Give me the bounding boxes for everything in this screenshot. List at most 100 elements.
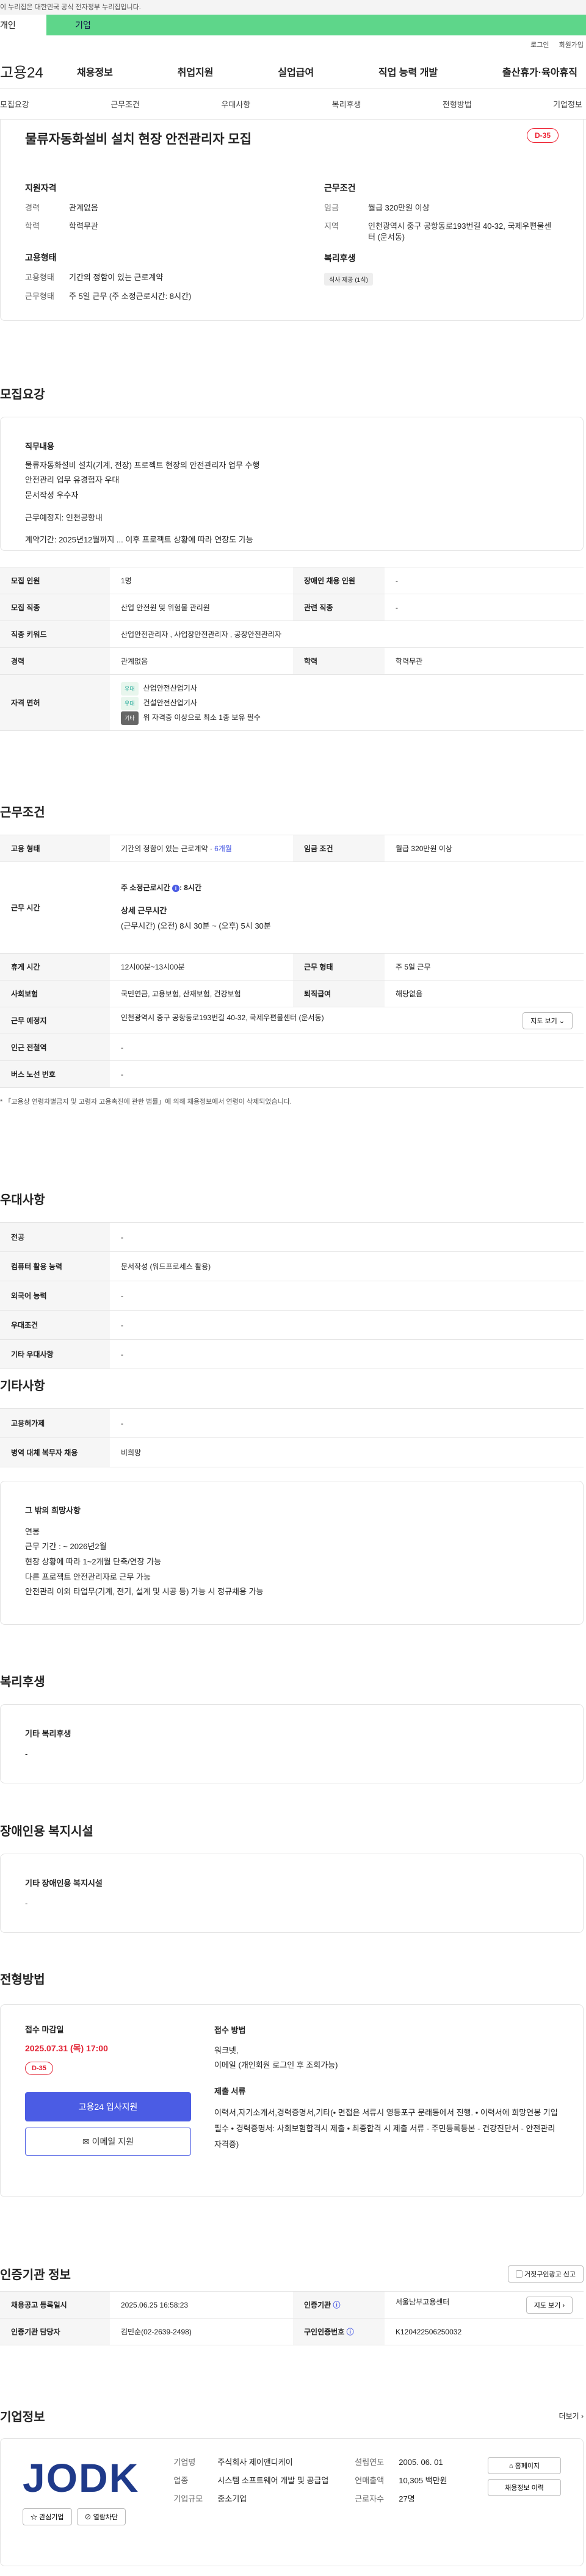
subnav-company[interactable]: 기업정보 [553, 98, 582, 110]
subnav-work[interactable]: 근무조건 [110, 98, 140, 110]
welfare-value: - [25, 1749, 28, 1758]
emp-heading: 고용형태 [25, 253, 57, 263]
cell-value: 주 소정근로시간 i: 8시간 상세 근무시간 (근무시간) (오전) 8시 3… [110, 862, 584, 954]
subnav-welfare[interactable]: 복리후생 [332, 98, 361, 110]
method-line: 이메일 (개인회원 로그인 후 조회가능) [214, 2060, 338, 2070]
map-button[interactable]: 지도 보기 ⌄ [523, 1012, 573, 1029]
company-logo: JODK [23, 2455, 140, 2500]
qual-heading: 지원자격 [25, 183, 57, 193]
cell-label: 채용공고 등록일시 [0, 2291, 110, 2319]
subnav-selection[interactable]: 전형방법 [443, 98, 472, 110]
table-row: 직종 키워드 산업안전관리자 , 사업장안전관리자 , 공장안전관리자 [0, 621, 584, 648]
login-link[interactable]: 로그인 [530, 40, 549, 49]
section-nav: 모집요강 근무조건 우대사항 복리후생 전형방법 기업정보 [0, 89, 586, 120]
info-icon[interactable]: ⓘ [333, 2301, 341, 2309]
cell-label: 퇴직급여 [293, 980, 385, 1007]
cell-label: 인근 전철역 [0, 1034, 110, 1061]
value: 주 5일 근무 (주 소정근로시간: 8시간) [69, 291, 192, 301]
cell-label: 사회보험 [0, 980, 110, 1007]
license: 산업안전산업기사 [143, 683, 197, 693]
section-title: 우대사항 [0, 1193, 45, 1207]
value: 10,305 백만원 [399, 2476, 447, 2486]
cell-label: 장애인 채용 인원 [293, 567, 385, 594]
hope-line: 연봉 [25, 1527, 40, 1536]
cell-value: 기간의 정함이 있는 근로계약 · 6개월 [110, 835, 293, 862]
cell-value: 학력무관 [385, 647, 584, 675]
etc-table: 고용허가제 - 병역 대체 복무자 채용 비희망 [0, 1408, 584, 1467]
section-title: 근무조건 [0, 806, 45, 819]
apply-button[interactable]: 고용24 입사지원 [25, 2092, 191, 2121]
subnav-recruit[interactable]: 모집요강 [0, 98, 29, 110]
license: 건설안전산업기사 [143, 698, 197, 707]
cell-label: 근무 시간 [0, 862, 110, 954]
block-button[interactable]: ⊘ 열람차단 [76, 2508, 126, 2525]
value: 시스템 소프트웨어 개발 및 공급업 [217, 2476, 329, 2486]
report-button[interactable]: ▢ 거짓구인광고 신고 [507, 2265, 584, 2283]
gnb-training[interactable]: 직업 능력 개발 [378, 64, 438, 79]
table-row: 인증기관 담당자 김민순(02-2639-2498) 구인인증번호 ⓘ K120… [0, 2318, 584, 2345]
cell-label: 근무 형태 [293, 953, 385, 980]
fav-label: 관심기업 [39, 2514, 64, 2521]
cell-value: 12시00분~13시00분 [110, 953, 293, 980]
cell-label: 경력 [0, 647, 110, 675]
more-link[interactable]: 더보기 › [559, 2411, 584, 2421]
welfare-section: 복리후생 기타 복리후생 - [0, 1672, 584, 1783]
job-summary-card: 물류자동화설비 설치 현장 안전관리자 모집 D-35 지원자격 경력 관계없음 … [0, 120, 584, 321]
homepage-button[interactable]: ⌂ 홈페이지 [488, 2457, 562, 2474]
label: 임금 [324, 203, 339, 212]
detail-time: (근무시간) (오전) 8시 30분 ~ (오후) 5시 30분 [121, 921, 271, 930]
desc-heading: 직무내용 [25, 442, 54, 451]
job-history-button[interactable]: 채용정보 이력 [488, 2479, 562, 2496]
label: 학력 [25, 221, 40, 231]
cell-label: 모집 직종 [0, 594, 110, 621]
info-icon[interactable]: ⓘ [347, 2328, 354, 2336]
emp-type: 기간의 정함이 있는 근로계약 · [121, 844, 215, 853]
cell-label: 모집 인원 [0, 567, 110, 594]
label: 지역 [324, 221, 339, 231]
cert-section: 인증기관 정보 ▢ 거짓구인광고 신고 채용공고 등록일시 2025.06.25… [0, 2265, 584, 2345]
site-logo[interactable]: 고용24 [0, 60, 77, 82]
subnav-pref[interactable]: 우대사항 [221, 98, 250, 110]
cell-value: 비희망 [110, 1437, 584, 1467]
work-section: 근무조건 고용 형태 기간의 정함이 있는 근로계약 · 6개월 임금 조건 월… [0, 802, 584, 1106]
detail-time-heading: 상세 근무시간 [121, 906, 167, 916]
hope-line: 근무 기간 : ~ 2026년2월 [25, 1542, 107, 1552]
section-title: 기업정보 [0, 2411, 45, 2424]
job-title: 물류자동화설비 설치 현장 안전관리자 모집 [25, 132, 252, 146]
cell-label: 임금 조건 [293, 835, 385, 862]
gnb-benefit[interactable]: 실업급여 [278, 64, 314, 79]
gnb-support[interactable]: 취업지원 [178, 64, 214, 79]
cell-label: 컴퓨터 활용 능력 [0, 1251, 110, 1281]
welfare-card: 기타 복리후생 - [0, 1704, 584, 1783]
fav-company-button[interactable]: ☆ 관심기업 [23, 2508, 72, 2525]
pref-table: 전공 - 컴퓨터 활용 능력 문서작성 (워드프로세스 활용) 외국어 능력 - 우대… [0, 1222, 584, 1369]
hope-line: 현장 상황에 따라 1~2개월 단축/연장 가능 [25, 1557, 162, 1567]
cell-label: 고용 형태 [0, 835, 110, 862]
cert-table: 채용공고 등록일시 2025.06.25 16:58:23 인증기관 ⓘ 서울남… [0, 2291, 584, 2345]
value: 27명 [399, 2494, 415, 2504]
desc-line: 근무예정지: 인천공항내 [25, 513, 103, 522]
info-icon[interactable]: i [172, 885, 179, 893]
label: 근무형태 [25, 291, 54, 301]
email-apply-button[interactable]: ✉ 이메일 지원 [25, 2128, 191, 2156]
cell-value: 해당없음 [385, 980, 584, 1007]
apply-card: 접수 마감일 2025.07.31 (목) 17:00 D-35 고용24 입사… [0, 2004, 584, 2197]
section-title: 인증기관 정보 [0, 2268, 71, 2282]
table-row: 컴퓨터 활용 능력 문서작성 (워드프로세스 활용) [0, 1251, 584, 1281]
cell-value: 주 5일 근무 [385, 953, 584, 980]
desc-line: 물류자동화설비 설치(기계, 전장) 프로젝트 현장의 안전관리자 업무 수행 [25, 460, 260, 470]
cell-label: 관련 직종 [293, 594, 385, 621]
cell-label: 기타 우대사항 [0, 1339, 110, 1369]
value: 기간의 정함이 있는 근로계약 [69, 273, 164, 282]
gnb-jobs[interactable]: 채용정보 [77, 64, 113, 79]
signup-link[interactable]: 회원가입 [559, 40, 584, 49]
block-label: 열람차단 [93, 2514, 118, 2521]
tab-company[interactable]: 기업 [46, 15, 120, 35]
table-row: 자격 면허 우대 산업안전산업기사 우대 건설안전산업기사 기타 위 자격증 이상으로… [0, 674, 584, 731]
etc-section: 기타사항 고용허가제 - 병역 대체 복무자 채용 비희망 그 밖의 희망사항 연봉… [0, 1376, 584, 1625]
gnb-leave[interactable]: 출산휴가·육아휴직 [502, 64, 577, 79]
tab-personal[interactable]: 개인 [0, 15, 46, 35]
table-row: 사회보험 국민연금, 고용보험, 산재보험, 건강보험 퇴직급여 해당없음 [0, 980, 584, 1007]
cell-value: 인천광역시 중구 공항동로193번길 40-32, 국제우편물센터 (운서동) … [110, 1007, 584, 1034]
org-map-button[interactable]: 지도 보기 › [526, 2296, 573, 2314]
